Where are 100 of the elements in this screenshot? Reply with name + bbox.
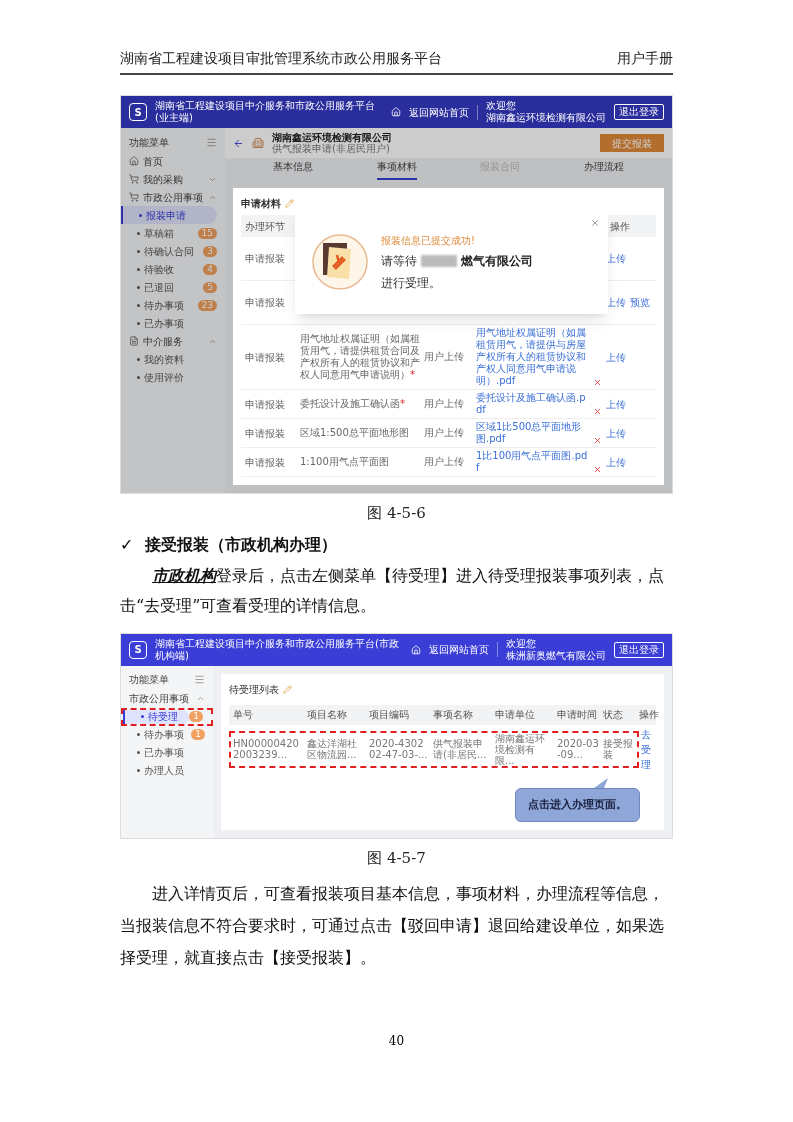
action-link[interactable]: 上传 <box>606 396 626 412</box>
table-cell-text: 2020-430202-47-03-... <box>368 738 429 760</box>
table-cell-text: 申请报装 <box>244 397 286 412</box>
close-icon[interactable] <box>590 218 600 228</box>
table-cell: 用户上传 <box>424 351 464 362</box>
dialog-message: 进行受理。 <box>381 274 441 292</box>
count-badge: 5 <box>203 281 217 293</box>
count-badge: 23 <box>197 299 217 311</box>
file-link[interactable]: 用气地址权属证明（如属租赁用气，请提供与房屋产权所有人的租赁协议和产权人同意用气申请说明）.pdf <box>476 327 589 387</box>
delete-icon[interactable] <box>593 407 602 416</box>
column-header: 项目编码 <box>368 708 410 722</box>
sidebar-subitem[interactable]: 我的资料 <box>121 350 217 368</box>
sidebar-item[interactable]: 我的采购 <box>143 171 204 187</box>
action-link[interactable]: 上传 <box>606 349 626 365</box>
sidebar-subitem[interactable]: 已办事项 <box>121 743 205 762</box>
file-link[interactable]: 1比100用气点平面图.pdf <box>476 450 589 474</box>
file-link[interactable]: 委托设计及施工确认函.pdf <box>476 392 589 416</box>
project-subtitle: 供气报装申请(非居民用户) <box>272 143 390 154</box>
sidebar-title: 功能菜单 <box>129 673 169 687</box>
table-cell-text: 接受报装 <box>602 738 634 760</box>
document-icon <box>129 336 139 346</box>
company-name: 燃气有限公司 <box>461 252 533 270</box>
menu-icon[interactable] <box>206 136 217 148</box>
figure-caption: 图 4-5-6 <box>367 503 426 524</box>
cart-icon <box>129 174 139 184</box>
caret-up-icon[interactable] <box>196 694 205 703</box>
action-link[interactable]: 预览 <box>630 295 650 310</box>
home-link[interactable]: 返回网站首页 <box>409 104 478 120</box>
count-badge: 1 <box>191 729 205 740</box>
page-header-section: 用户手册 <box>617 48 673 69</box>
home-icon <box>129 156 139 166</box>
welcome-text: 欢迎您 <box>486 100 517 112</box>
table-cell-text: 申请报装 <box>244 455 286 470</box>
body-paragraph: 市政机构登录后，点击左侧菜单【待受理】进入待受理报装事项列表，点击“去受理”可查看受理的详情信息。 <box>120 564 665 617</box>
file-link[interactable]: 区域1比500总平面地形图.pdf <box>476 421 589 445</box>
table-cell: 区域1:500总平面地形图 <box>300 427 409 438</box>
table-cell-text: 供气报装申请(非居民... <box>432 738 488 760</box>
body-paragraph: 进入详情页后，可查看报装项目基本信息，事项材料，办理流程等信息，当报装信息不符合要求时，可通过点击【驳回申请】退回给建设单位，如果选择受理，就直接点击【接受报装】。 <box>120 882 665 969</box>
sidebar-subitem[interactable]: 使用评价 <box>121 368 217 386</box>
table-cell: 用户上传 <box>424 398 464 409</box>
tab[interactable]: 办理流程 <box>584 159 625 180</box>
document-illustration-drawing <box>311 233 369 291</box>
accept-link[interactable]: 去受理 <box>639 726 656 772</box>
pencil-icon <box>285 199 294 208</box>
sidebar-item[interactable]: 中介服务 <box>143 333 204 349</box>
logout-button[interactable]: 退出登录 <box>614 104 664 120</box>
column-header: 单号 <box>232 708 254 722</box>
table-cell: 用气地址权属证明（如属租赁用气，请提供租赁合同及产权所有人的租赁协议和产权人同意用气申请说明）* <box>300 333 420 380</box>
action-link[interactable]: 上传 <box>606 425 626 441</box>
column-header: 办理环节 <box>244 219 286 234</box>
sidebar-subitem[interactable]: 报装申请 <box>121 206 217 224</box>
table-cell-text: 申请报装 <box>244 426 286 441</box>
section-title: 申请材料 <box>241 197 281 211</box>
logout-button[interactable]: 退出登录 <box>614 641 664 658</box>
user-name: 株洲新奥燃气有限公司 <box>506 649 606 662</box>
column-header: 申请时间 <box>556 708 598 722</box>
callout-pointer-icon <box>594 777 608 788</box>
sidebar-subitem[interactable]: 待受理 <box>123 709 190 724</box>
building-icon <box>252 137 264 149</box>
sidebar-subitem[interactable]: 草稿箱 <box>121 224 198 242</box>
check-mark: ✓ <box>120 533 133 556</box>
page-header-title: 湖南省工程建设项目审批管理系统市政公用服务平台 <box>120 49 442 68</box>
count-badge: 3 <box>203 245 217 257</box>
project-name: 湖南鑫运环境检测有限公司 <box>272 132 393 143</box>
sidebar-item[interactable]: 市政公用事项 <box>143 189 204 205</box>
column-header: 操作 <box>609 219 631 234</box>
tab[interactable]: 基本信息 <box>272 159 313 180</box>
sidebar-subitem[interactable]: 待办事项 <box>121 296 198 314</box>
home-icon <box>391 107 401 117</box>
delete-icon[interactable] <box>593 436 602 445</box>
delete-icon[interactable] <box>593 378 602 387</box>
page-number: 40 <box>387 1033 406 1050</box>
welcome-text: 欢迎您 <box>506 637 537 650</box>
column-header: 状态 <box>602 708 624 722</box>
count-badge: 1 <box>189 711 203 722</box>
user-name: 湖南鑫运环境检测有限公司 <box>486 112 606 124</box>
tab[interactable]: 事项材料 <box>376 159 417 180</box>
dialog-message: 请等待 <box>381 252 417 270</box>
logo-badge: S <box>129 103 147 121</box>
sidebar-title: 功能菜单 <box>129 135 169 150</box>
action-link[interactable]: 上传 <box>606 454 626 470</box>
sidebar-subitem[interactable]: 已办事项 <box>121 314 217 332</box>
sidebar-subitem[interactable]: 待办事项 <box>121 725 192 744</box>
delete-icon[interactable] <box>593 465 602 474</box>
column-header: 申请单位 <box>494 708 536 722</box>
table-cell-text: 2020-03-09... <box>556 738 600 760</box>
status-text: 报装信息已提交成功! <box>381 233 476 248</box>
sidebar-item[interactable]: 首页 <box>143 153 217 169</box>
sidebar-item[interactable]: 市政公用事项 <box>129 691 192 706</box>
table-cell: 用户上传 <box>424 427 464 438</box>
cart-icon <box>129 192 139 202</box>
home-link[interactable]: 返回网站首页 <box>429 642 498 657</box>
sidebar-subitem[interactable]: 办理人员 <box>121 761 205 780</box>
table-cell-text: 申请报装 <box>244 252 286 266</box>
app-title: 湖南省工程建设项目中介服务和市政公用服务平台(市政机构端) <box>155 637 400 662</box>
table-cell-text: HN000004202003239... <box>232 738 300 760</box>
section-heading: 接受报装（市政机构办理） <box>145 533 337 556</box>
menu-icon[interactable] <box>194 674 205 685</box>
back-arrow-icon[interactable] <box>233 137 244 149</box>
callout-bubble: 点击进入办理页面。 <box>515 787 640 822</box>
